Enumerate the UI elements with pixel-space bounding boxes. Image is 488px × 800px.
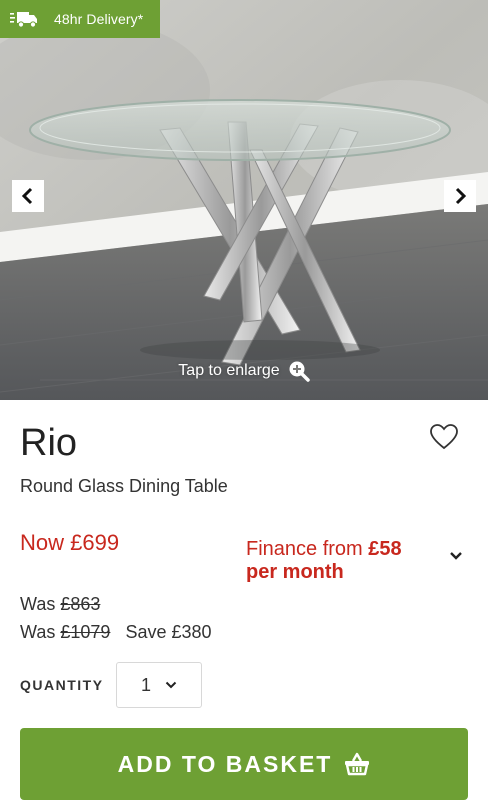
finance-suffix: per month (246, 561, 344, 583)
chevron-down-icon[interactable] (448, 550, 464, 562)
now-price: Now £699 (20, 530, 120, 555)
save-amount: Save £380 (125, 622, 212, 642)
finance-line-1: Finance from £58 (246, 538, 402, 561)
delivery-label: 48hr Delivery* (54, 11, 144, 27)
add-to-basket-button[interactable]: ADD TO BASKET (20, 728, 468, 800)
product-title: Rio (20, 422, 78, 464)
product-image-gallery[interactable]: 48hr Delivery* Tap to enlarge (0, 0, 488, 400)
heart-icon[interactable] (430, 424, 458, 450)
was-price-row: Was £1079 Save £380 (20, 622, 212, 643)
finance-prefix: Finance from (246, 538, 363, 560)
chevron-left-icon (21, 187, 33, 205)
chevron-right-icon (455, 187, 467, 205)
chevron-down-icon (165, 681, 177, 689)
quantity-select[interactable]: 1 (116, 662, 202, 708)
was-label: Was (20, 594, 56, 614)
was-label: Was (20, 622, 56, 642)
was-price: £1079 (60, 622, 111, 642)
product-subtitle: Round Glass Dining Table (20, 476, 228, 496)
gallery-prev-button[interactable] (12, 180, 44, 212)
add-to-basket-label: ADD TO BASKET (117, 750, 333, 777)
gallery-next-button[interactable] (444, 180, 476, 212)
product-photo[interactable] (0, 0, 488, 400)
finance-offer[interactable]: Finance from £58 per month (246, 538, 402, 584)
was-price-row: Was £863 (20, 594, 100, 615)
quantity-value: 1 (140, 674, 151, 695)
basket-icon (345, 752, 370, 776)
was-price: £863 (60, 594, 101, 614)
truck-icon (10, 12, 37, 28)
tap-to-enlarge[interactable]: Tap to enlarge (0, 360, 488, 382)
finance-amount: £58 (368, 538, 402, 560)
enlarge-label: Tap to enlarge (178, 362, 280, 379)
delivery-badge: 48hr Delivery* (0, 0, 160, 38)
zoom-in-icon (289, 361, 310, 382)
quantity-label: QUANTITY (20, 677, 104, 693)
